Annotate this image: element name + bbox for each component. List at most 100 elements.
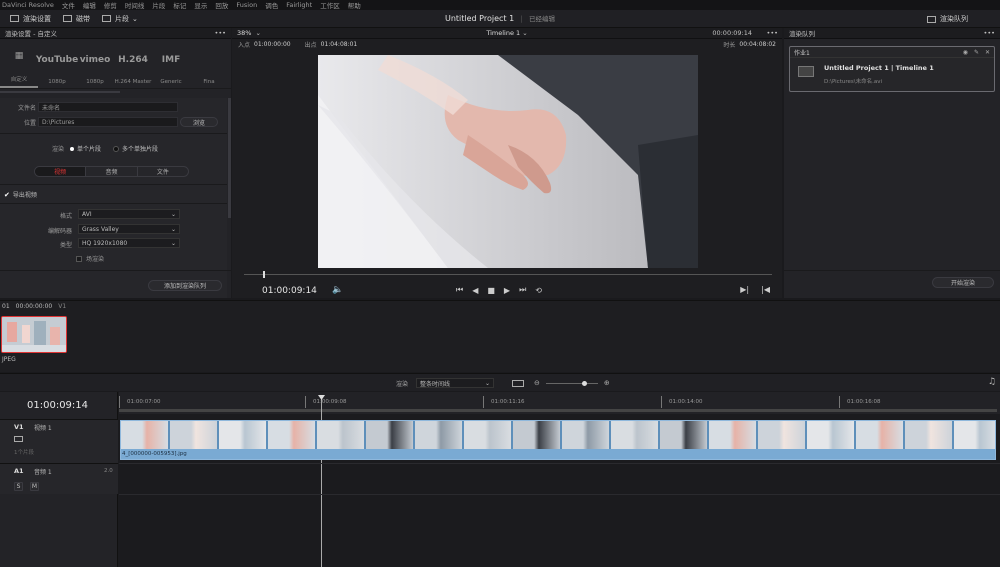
zoom-out-icon[interactable]: ⊖ <box>534 379 540 387</box>
timeline-selector[interactable]: Timeline 1 <box>486 29 520 37</box>
jump-end-icon[interactable]: ⏭ <box>519 285 526 295</box>
start-render-button[interactable]: 开始渲染 <box>932 277 994 288</box>
tab-file[interactable]: 文件 <box>138 167 188 176</box>
menu-item-1[interactable]: 文件 <box>62 0 75 10</box>
preset-4[interactable]: IMF Generic <box>152 40 190 88</box>
menu-item-0[interactable]: DaVinci Resolve <box>2 1 54 9</box>
menu-item-11[interactable]: Fairlight <box>286 1 312 9</box>
menu-item-13[interactable]: 帮助 <box>348 0 361 10</box>
ruler-label: 01:00:11:16 <box>491 399 525 405</box>
a1-label: A1 <box>14 467 24 475</box>
menu-item-5[interactable]: 片段 <box>152 0 165 10</box>
zoom-level[interactable]: 38% <box>237 29 251 37</box>
menu-item-2[interactable]: 编辑 <box>83 0 96 10</box>
clip-strip: 01 00:00:00:00 V1 JPEG <box>0 300 1000 372</box>
multi-clip-radio[interactable] <box>113 145 120 152</box>
mute-button[interactable]: M <box>30 482 39 491</box>
field-render-checkbox[interactable] <box>76 255 82 262</box>
codec-select[interactable]: Grass Valley ⌄ <box>78 224 180 234</box>
render-queue-toggle[interactable]: 渲染队列 <box>927 14 968 24</box>
menu-item-12[interactable]: 工作区 <box>320 0 340 10</box>
render-settings-button[interactable]: 渲染设置 <box>10 14 51 24</box>
render-job[interactable]: 作业1 ◉ ✎ ✕ Untitled Project 1 | Timeline 1 … <box>789 46 995 92</box>
timeline-view-icon[interactable] <box>512 379 525 387</box>
zoom-in-icon[interactable]: ⊕ <box>604 379 610 387</box>
zoom-slider[interactable] <box>545 380 598 386</box>
location-input[interactable]: D:\Pictures <box>38 117 178 127</box>
video-image <box>318 55 698 268</box>
video-clip[interactable]: 4_[000000-005953].jpg <box>120 420 996 460</box>
project-title: Untitled Project 1 <box>444 14 515 23</box>
menu-item-3[interactable]: 修剪 <box>104 0 117 10</box>
clip-frame-thumbnail <box>807 421 855 449</box>
clip-thumbnail[interactable] <box>1 316 67 353</box>
clip-dropdown[interactable]: 片段 ⌄ <box>102 14 138 24</box>
more-options-icon[interactable]: ••• <box>983 29 995 37</box>
music-note-icon[interactable]: ♫ <box>988 377 996 387</box>
preset-5[interactable]: Fina <box>190 40 228 88</box>
play-icon[interactable]: ▶ <box>504 286 510 295</box>
prev-clip-icon[interactable]: |◀ <box>761 285 770 294</box>
more-options-icon[interactable]: ••• <box>214 29 226 37</box>
browse-button[interactable]: 浏览 <box>180 117 218 127</box>
jump-start-icon[interactable]: ⏮ <box>456 285 463 295</box>
duration-label: 时长 <box>723 41 736 49</box>
loop-icon[interactable]: ⟲ <box>535 286 542 295</box>
render-queue-panel: 渲染队列 ••• 作业1 ◉ ✎ ✕ Untitled Project 1 | Tim… <box>784 28 1000 298</box>
menu-item-9[interactable]: Fusion <box>236 1 257 9</box>
add-to-queue-button[interactable]: 添加到渲染队列 <box>148 280 222 291</box>
clips-button[interactable]: 磁带 <box>63 14 90 24</box>
eye-icon[interactable]: ◉ <box>963 49 968 56</box>
close-icon[interactable]: ✕ <box>985 49 990 56</box>
preset-0[interactable]: ▦ 自定义 <box>0 40 38 88</box>
monitor-icon[interactable] <box>14 436 23 442</box>
menu-item-8[interactable]: 回放 <box>215 0 228 10</box>
queue-title: 渲染队列 <box>789 30 815 38</box>
tab-audio[interactable]: 音频 <box>86 167 138 176</box>
volume-icon[interactable]: 🔈 <box>332 285 343 295</box>
out-label: 出点 <box>304 41 317 49</box>
type-select[interactable]: HQ 1920x1080 ⌄ <box>78 238 180 248</box>
render-settings-icon <box>10 15 19 22</box>
preset-label: Generic <box>160 78 182 85</box>
more-options-icon[interactable]: ••• <box>766 29 778 37</box>
video-track-header[interactable]: V1 视频 1 1个片段 <box>0 420 118 463</box>
format-select[interactable]: AVI ⌄ <box>78 209 180 219</box>
a1-name: 音频 1 <box>34 469 52 476</box>
chevron-down-icon: ⌄ <box>255 29 261 37</box>
menu-item-7[interactable]: 显示 <box>194 0 207 10</box>
project-status: 已经编辑 <box>529 15 556 23</box>
reverse-icon[interactable]: ◀ <box>472 286 478 295</box>
menu-item-10[interactable]: 调色 <box>265 0 278 10</box>
clip-track: V1 <box>58 302 67 310</box>
tab-video[interactable]: 视频 <box>35 167 87 176</box>
scrub-playhead[interactable] <box>263 271 265 278</box>
preset-logo: IMF <box>161 54 181 65</box>
clip-frame-thumbnail <box>856 421 904 449</box>
filename-input[interactable]: 未命名 <box>38 102 178 112</box>
v1-count: 1个片段 <box>14 450 34 456</box>
preset-3[interactable]: H.264 H.264 Master <box>114 40 152 88</box>
timeline-scrollbar[interactable] <box>119 409 997 412</box>
preset-2[interactable]: vimeo 1080p <box>76 40 114 88</box>
single-clip-radio[interactable] <box>70 146 75 151</box>
edit-icon[interactable]: ✎ <box>974 49 979 56</box>
audio-track-header[interactable]: A1 音频 1 2.0 S M <box>0 464 118 494</box>
menu-item-4[interactable]: 时间线 <box>125 0 145 10</box>
zoom-slider-handle[interactable] <box>581 380 587 386</box>
preset-1[interactable]: YouTube 1080p <box>36 40 78 88</box>
next-clip-icon[interactable]: ▶| <box>740 285 749 294</box>
menu-item-6[interactable]: 标记 <box>173 0 186 10</box>
solo-button[interactable]: S <box>14 482 23 491</box>
clip-index: 01 <box>2 302 10 310</box>
scrub-bar[interactable] <box>244 274 772 275</box>
export-video-checkbox[interactable]: ✔ <box>4 191 10 199</box>
job-title: Untitled Project 1 | Timeline 1 <box>824 64 934 72</box>
ruler-tick <box>839 396 840 408</box>
settings-scrollbar[interactable] <box>228 98 231 218</box>
render-mode-select[interactable]: 整条时间线 ⌄ <box>416 378 495 388</box>
timeline-ruler[interactable]: 01:00:07:00 01:00:09:08 01:00:11:16 01:00:1… <box>119 392 1000 414</box>
a1-channels: 2.0 <box>104 468 113 474</box>
stop-icon[interactable]: ■ <box>487 286 495 295</box>
preset-scrollbar[interactable] <box>0 91 120 93</box>
